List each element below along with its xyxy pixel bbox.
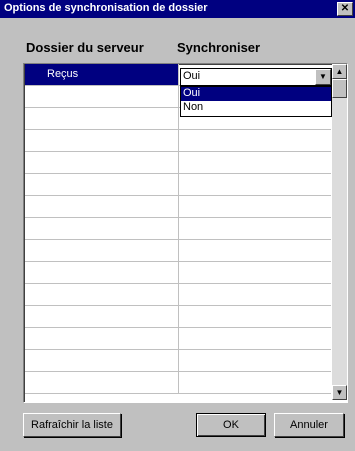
column-header-synchronize: Synchroniser bbox=[177, 40, 261, 55]
scroll-down-icon: ▼ bbox=[335, 388, 344, 397]
ok-button[interactable]: OK bbox=[196, 413, 266, 437]
title-bar: Options de synchronisation de dossier ✕ bbox=[0, 0, 355, 18]
table-row bbox=[25, 328, 331, 350]
option-oui[interactable]: Oui bbox=[181, 87, 331, 101]
table-row bbox=[25, 196, 331, 218]
table-row bbox=[25, 174, 331, 196]
column-header-server-folder: Dossier du serveur bbox=[26, 40, 144, 55]
table-row bbox=[25, 372, 331, 394]
table-row bbox=[25, 240, 331, 262]
vertical-scrollbar[interactable]: ▲ ▼ bbox=[332, 64, 347, 400]
refresh-list-button[interactable]: Rafraîchir la liste bbox=[23, 413, 121, 437]
chevron-down-icon: ▼ bbox=[319, 72, 327, 81]
scroll-down-button[interactable]: ▼ bbox=[332, 385, 347, 400]
folder-name: Reçus bbox=[47, 68, 79, 80]
table-row bbox=[25, 130, 331, 152]
folder-list[interactable]: Reçus Oui ▼ Oui Non ▲ ▼ bbox=[23, 63, 348, 403]
table-row bbox=[25, 218, 331, 240]
window-title: Options de synchronisation de dossier bbox=[4, 2, 208, 14]
close-icon: ✕ bbox=[340, 3, 350, 14]
table-row bbox=[25, 262, 331, 284]
option-non[interactable]: Non bbox=[181, 101, 331, 115]
table-row bbox=[25, 306, 331, 328]
close-button[interactable]: ✕ bbox=[337, 2, 353, 16]
scroll-up-icon: ▲ bbox=[335, 67, 344, 76]
table-row bbox=[25, 350, 331, 372]
folder-cell[interactable]: Reçus bbox=[25, 64, 179, 85]
sync-dropdown-list[interactable]: Oui Non bbox=[180, 86, 332, 117]
scroll-thumb[interactable] bbox=[332, 79, 347, 98]
dropdown-button[interactable]: ▼ bbox=[315, 69, 331, 85]
sync-select[interactable]: Oui ▼ bbox=[180, 68, 332, 86]
cancel-button[interactable]: Annuler bbox=[274, 413, 344, 437]
table-row bbox=[25, 284, 331, 306]
scroll-up-button[interactable]: ▲ bbox=[332, 64, 347, 79]
sync-select-value: Oui bbox=[183, 70, 201, 82]
table-row bbox=[25, 152, 331, 174]
